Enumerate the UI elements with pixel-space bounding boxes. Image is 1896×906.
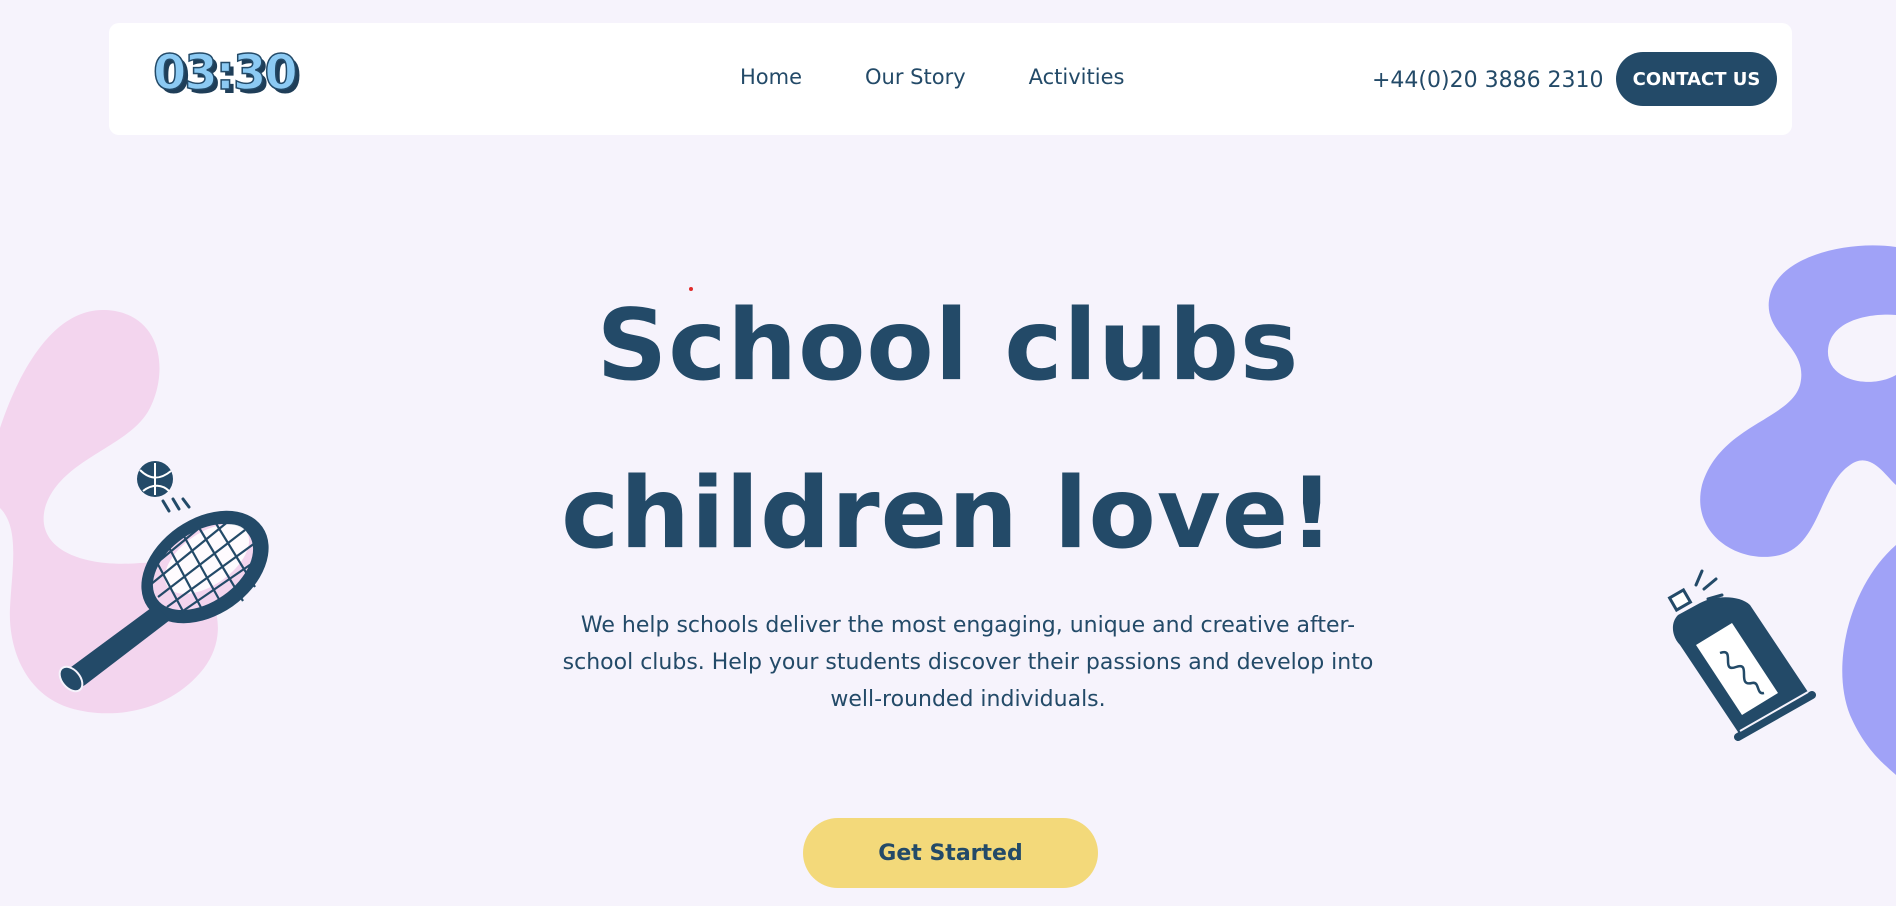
hero-description: We help schools deliver the most engagin… (562, 613, 1374, 712)
get-started-button[interactable]: Get Started (803, 818, 1098, 888)
main-navigation: Home Our Story Activities (740, 65, 1124, 89)
hero-title-line-2: children love! (561, 457, 1335, 571)
page: 03:30 03:30 Home Our Story Activities +4… (0, 0, 1896, 906)
nav-our-story-link[interactable]: Our Story (865, 65, 966, 89)
site-logo[interactable]: 03:30 03:30 (151, 49, 316, 103)
hero-title-line-1: School clubs (596, 289, 1300, 403)
cursor-dot (689, 287, 693, 291)
top-navbar: 03:30 03:30 Home Our Story Activities +4… (109, 23, 1792, 135)
phone-number[interactable]: +44(0)20 3886 2310 (1372, 68, 1604, 93)
svg-text:03:30: 03:30 (153, 49, 296, 101)
hero-title: School clubs children love! (0, 262, 1896, 598)
contact-us-button[interactable]: CONTACT US (1616, 52, 1777, 106)
nav-home-link[interactable]: Home (740, 65, 802, 89)
nav-activities-link[interactable]: Activities (1029, 65, 1125, 89)
